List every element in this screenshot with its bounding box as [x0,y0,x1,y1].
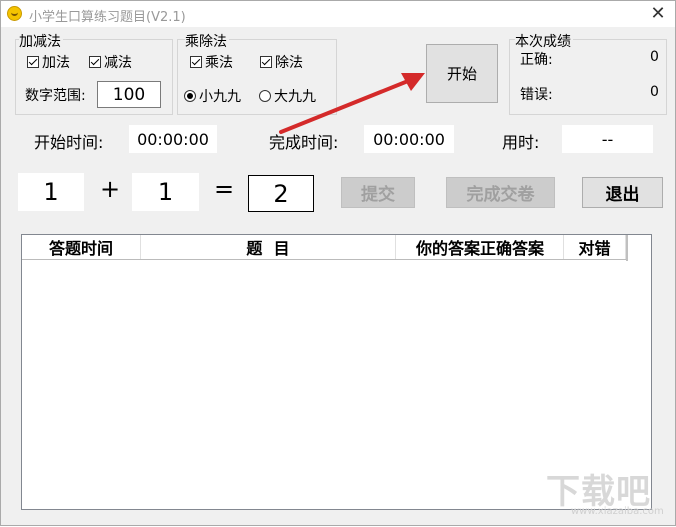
app-window: 小学生口算练习题目(V2.1) ✕ 加减法 加法 减法 数字范围: 100 乘除… [0,0,676,526]
red-arrow-annotation [279,73,425,134]
arrow-shaft [279,77,415,134]
